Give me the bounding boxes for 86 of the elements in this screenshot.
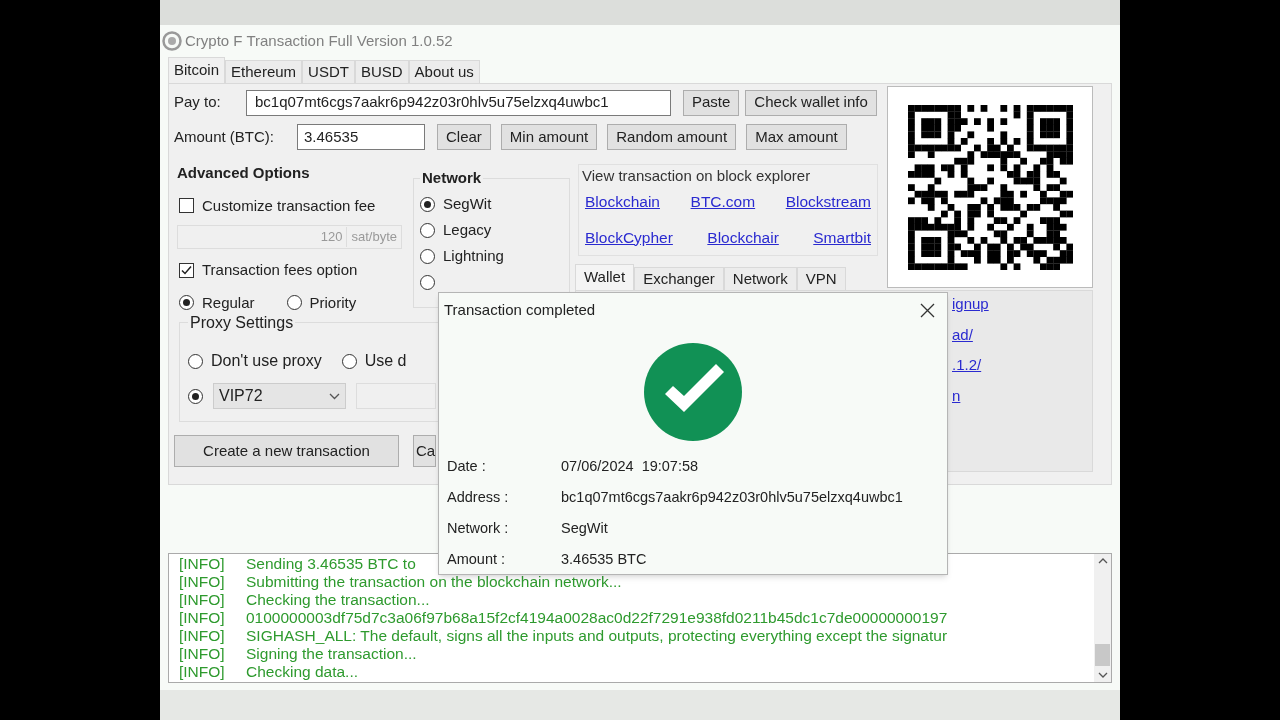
log-tag: [INFO] bbox=[179, 627, 246, 645]
log-message: 0100000003df75d7c3a06f97b68a15f2cf4194a0028ac0d22f7291e938fd0211b45dc1c7de00000000197 bbox=[246, 609, 948, 627]
scroll-up-icon bbox=[1097, 558, 1108, 564]
radio-button[interactable] bbox=[286, 295, 302, 311]
log-message: Submitting the transaction on the blockchain network... bbox=[246, 573, 622, 591]
explorer-link[interactable]: Smartbit bbox=[813, 225, 871, 249]
radio-button[interactable] bbox=[420, 274, 435, 290]
explorer-link[interactable]: Blockchair bbox=[707, 225, 779, 249]
radio-button[interactable] bbox=[188, 353, 203, 369]
detail-value: 3.46535 BTC bbox=[561, 549, 647, 569]
log-tag: [INFO] bbox=[179, 591, 246, 609]
button[interactable]: Random amount bbox=[607, 124, 737, 150]
checkbox[interactable] bbox=[179, 262, 194, 278]
radio-button[interactable] bbox=[188, 388, 203, 404]
tab[interactable]: VPN bbox=[796, 267, 846, 290]
radio-button[interactable] bbox=[420, 196, 435, 212]
address-field[interactable]: bc1q07mt6cgs7aakr6p942z03r0hlv5u75elzxq4uwbc1 bbox=[246, 89, 671, 116]
detail-value: 07/06/2024 19:07:58 bbox=[561, 456, 699, 476]
option-label: Lightning bbox=[443, 245, 504, 266]
button[interactable]: Min amount bbox=[500, 124, 598, 150]
dialog-title: Transaction completed bbox=[444, 299, 596, 320]
tab[interactable]: Ethereum bbox=[225, 60, 303, 83]
link[interactable]: .1.2/ bbox=[952, 354, 982, 377]
detail-label: Network : bbox=[447, 518, 510, 538]
group-title: Advanced Options bbox=[177, 163, 311, 183]
option-label: Priority bbox=[309, 292, 357, 313]
detail-value: bc1q07mt6cgs7aakr6p942z03r0hlv5u75elzxq4uwbc1 bbox=[561, 487, 903, 507]
proxy-dropdown[interactable]: VIP72 bbox=[213, 383, 346, 409]
link[interactable]: ad/ bbox=[952, 323, 973, 346]
option-label: Regular bbox=[202, 292, 255, 313]
log-message: Checking data... bbox=[246, 663, 358, 681]
button[interactable]: Paste bbox=[683, 89, 740, 116]
button[interactable]: Clear bbox=[437, 124, 491, 150]
option-label: Customize transaction fee bbox=[202, 195, 376, 216]
button[interactable]: Check wallet info bbox=[745, 89, 877, 116]
log-message: Signing the transaction... bbox=[246, 645, 417, 663]
app-logo-icon bbox=[162, 31, 182, 51]
log-tag: [INFO] bbox=[179, 609, 246, 627]
field-label: Amount (BTC): bbox=[174, 126, 276, 147]
detail-label: Amount : bbox=[447, 549, 507, 569]
radio-button[interactable] bbox=[341, 353, 357, 369]
log-tag: [INFO] bbox=[179, 645, 246, 663]
scrollbar[interactable] bbox=[1094, 554, 1111, 682]
radio-button[interactable] bbox=[420, 248, 435, 264]
explorer-link[interactable]: BlockCypher bbox=[585, 225, 673, 249]
radio-button[interactable] bbox=[179, 295, 194, 311]
group-title: View transaction on block explorer bbox=[582, 166, 812, 186]
explorer-link[interactable]: Blockchain bbox=[585, 189, 660, 213]
detail-label: Address : bbox=[447, 487, 510, 507]
detail-value: SegWit bbox=[561, 518, 608, 538]
log-message: SIGHASH_ALL: The default, signs all the inputs and outputs, protecting everything except the signatur bbox=[246, 627, 948, 645]
button[interactable]: Ca bbox=[413, 435, 436, 467]
explorer-link[interactable]: BTC.com bbox=[690, 189, 756, 213]
tab[interactable]: Bitcoin bbox=[168, 57, 226, 83]
button[interactable]: Max amount bbox=[746, 124, 847, 150]
log-tag: [INFO] bbox=[179, 555, 246, 573]
explorer-link[interactable]: Blockstream bbox=[785, 189, 871, 213]
tab[interactable]: BUSD bbox=[354, 60, 409, 83]
log-message: Sending 3.46535 BTC to bbox=[246, 555, 416, 573]
chevron-down-icon bbox=[329, 392, 340, 400]
option-label: Don't use proxy bbox=[211, 351, 322, 371]
option-label: SegWit bbox=[443, 193, 492, 214]
option-label: Legacy bbox=[443, 219, 492, 240]
field-label: Pay to: bbox=[174, 92, 222, 113]
tab[interactable]: Wallet bbox=[575, 264, 635, 290]
tab[interactable]: About us bbox=[408, 60, 480, 83]
radio-button[interactable] bbox=[420, 222, 435, 238]
option-label: Transaction fees option bbox=[202, 260, 358, 280]
detail-label: Date : bbox=[447, 456, 487, 476]
tab[interactable]: USDT bbox=[302, 60, 355, 83]
log-message: Checking the transaction... bbox=[246, 591, 430, 609]
button[interactable]: Create a new transaction bbox=[174, 435, 399, 467]
scroll-down-icon bbox=[1097, 672, 1108, 678]
tab[interactable]: Exchanger bbox=[634, 267, 724, 290]
checkbox[interactable] bbox=[179, 198, 194, 214]
log-tag: [INFO] bbox=[179, 573, 246, 591]
tab[interactable]: Network bbox=[723, 267, 797, 290]
window-title: Crypto F Transaction Full Version 1.0.52 bbox=[185, 30, 453, 51]
close-icon[interactable] bbox=[920, 302, 935, 318]
option-label: Use d bbox=[364, 351, 407, 371]
link[interactable]: ignup bbox=[952, 293, 989, 316]
amount-field[interactable]: 3.46535 bbox=[297, 124, 425, 150]
log-tag: [INFO] bbox=[179, 663, 246, 681]
check-circle-icon bbox=[642, 342, 744, 442]
link[interactable]: n bbox=[952, 384, 961, 407]
scroll-thumb[interactable] bbox=[1095, 644, 1110, 666]
